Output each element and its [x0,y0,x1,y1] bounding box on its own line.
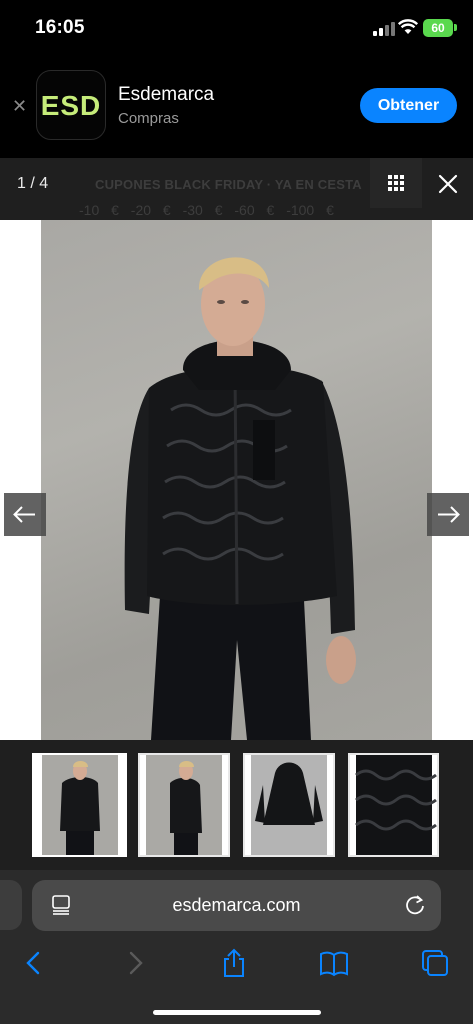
grid-view-button[interactable] [370,158,422,208]
thumbnail-strip [0,740,473,870]
wifi-icon [398,19,418,34]
cellular-signal-icon [373,22,395,36]
thumbnail-image [42,755,118,855]
get-app-button[interactable]: Obtener [360,88,457,123]
promo-coupon-values: -10 € -20 € -30 € -60 € -100 € [79,202,334,218]
app-icon[interactable]: ESD [36,70,106,140]
previous-image-arrow-icon[interactable] [4,493,46,536]
thumbnail-image [251,755,327,855]
browser-toolbar [0,940,473,1024]
battery-icon: 60 [423,19,453,37]
tabs-icon[interactable] [420,948,450,978]
status-time: 16:05 [35,17,85,38]
app-category: Compras [118,110,179,127]
gallery-header: CUPONES BLACK FRIDAY · YA EN CESTA -10 €… [0,158,473,220]
browser-address-area: esdemarca.com [0,870,473,940]
battery-tip [454,24,457,31]
bookmarks-icon[interactable] [319,948,349,978]
thumbnail-2[interactable] [138,753,230,857]
thumbnail-image [146,755,222,855]
app-name: Esdemarca [118,84,215,105]
gallery-viewer [0,220,473,740]
home-indicator [153,1010,321,1015]
thumbnail-4[interactable] [348,753,439,857]
model-jacket-illustration [124,257,356,740]
product-main-image[interactable] [41,220,432,740]
status-bar: 16:05 60 [0,0,473,58]
share-icon[interactable] [219,948,249,978]
next-image-arrow-icon[interactable] [427,493,469,536]
thumbnail-1[interactable] [32,753,127,857]
address-bar[interactable]: esdemarca.com [32,880,441,931]
back-icon[interactable] [19,948,49,978]
forward-icon[interactable] [120,948,150,978]
thumbnail-3[interactable] [243,753,335,857]
promo-banner-text: CUPONES BLACK FRIDAY · YA EN CESTA [95,177,362,192]
reload-icon[interactable] [404,894,426,916]
banner-close-icon[interactable]: ✕ [12,96,27,117]
thumbnail-image [355,755,437,855]
close-gallery-icon[interactable] [432,168,464,200]
previous-tab-preview[interactable] [0,880,22,930]
image-counter: 1 / 4 [17,175,49,192]
url-text: esdemarca.com [172,895,301,915]
smart-app-banner: ✕ ESD Esdemarca Compras Obtener [0,58,473,158]
